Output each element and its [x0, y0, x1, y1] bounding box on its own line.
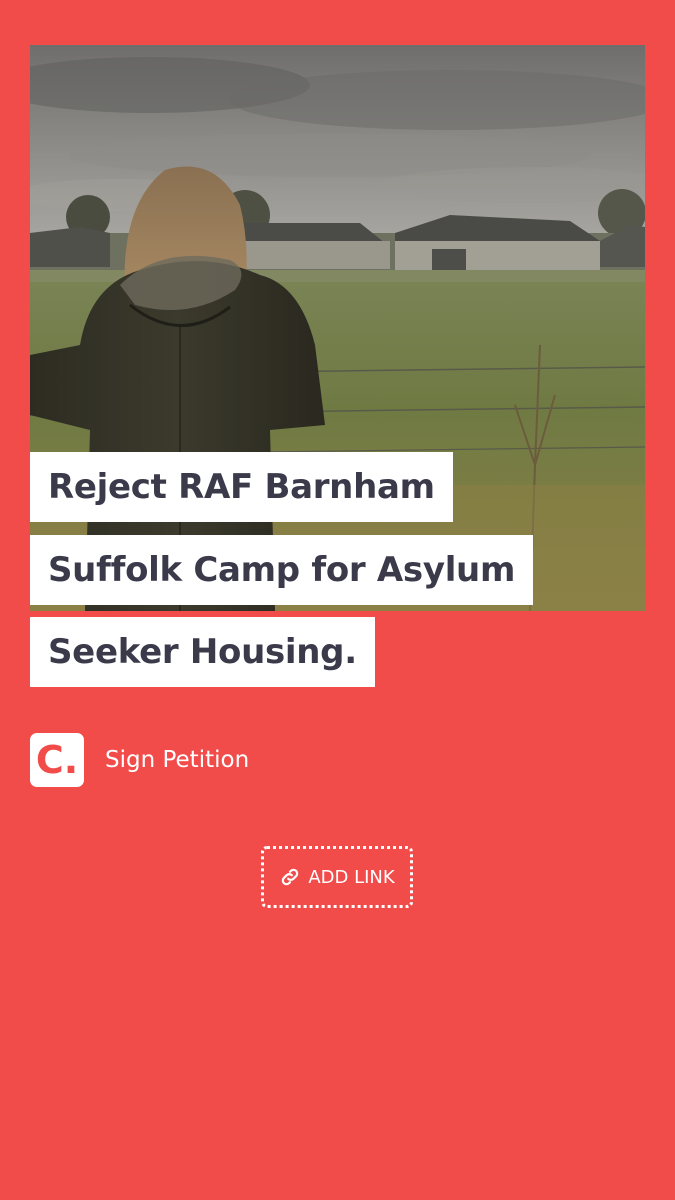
add-link-button[interactable]: ADD LINK: [261, 846, 413, 908]
change-logo-icon: C.: [30, 733, 84, 787]
add-link-label: ADD LINK: [308, 866, 395, 888]
headline-line-2: Suffolk Camp for Asylum: [30, 535, 534, 605]
brand-row[interactable]: C. Sign Petition: [30, 733, 249, 787]
headline-line-3: Seeker Housing.: [30, 617, 375, 687]
photo-scene: [30, 45, 645, 611]
headline-line-1: Reject RAF Barnham: [30, 452, 453, 522]
sign-petition-label[interactable]: Sign Petition: [105, 747, 249, 773]
link-icon: [279, 866, 301, 888]
petition-photo: [30, 45, 645, 611]
